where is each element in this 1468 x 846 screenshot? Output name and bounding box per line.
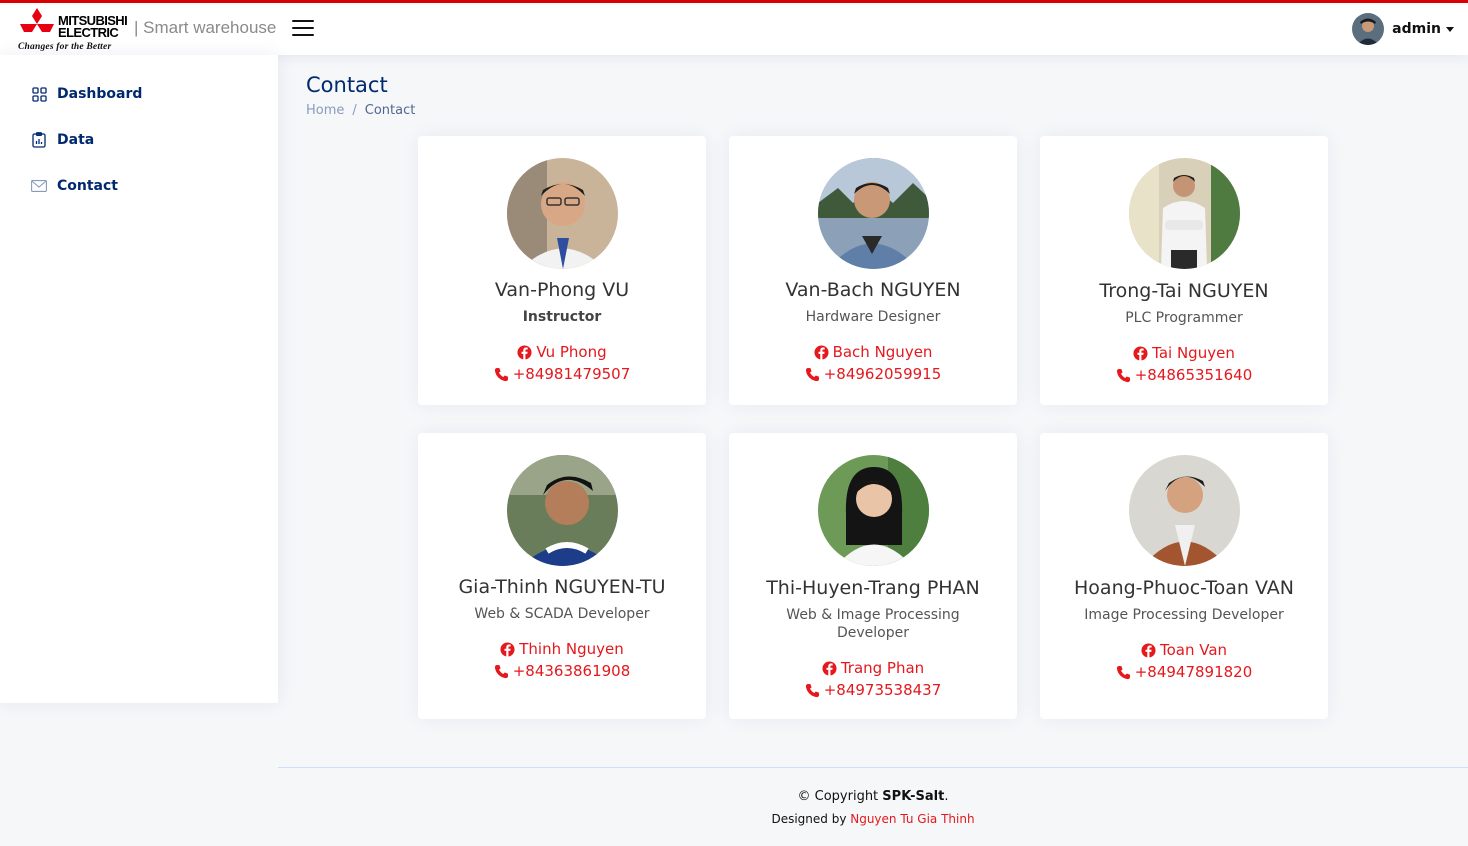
clipboard-chart-icon xyxy=(30,131,48,149)
contact-card: Van-Phong VU Instructor Vu Phong +849814… xyxy=(418,136,706,405)
brand-line2: ELECTRIC xyxy=(58,25,119,40)
breadcrumb: Home / Contact xyxy=(306,103,415,118)
mitsubishi-logo[interactable]: MITSUBISHI ELECTRIC Changes for the Bett… xyxy=(18,6,130,52)
avatar xyxy=(1129,455,1240,566)
phone-link[interactable]: +84981479507 xyxy=(418,365,706,383)
phone-number: +84962059915 xyxy=(823,365,942,383)
app-title: | Smart warehouse xyxy=(134,18,277,37)
contact-role: Hardware Designer xyxy=(805,309,941,325)
facebook-link[interactable]: Thinh Nguyen xyxy=(418,640,706,658)
facebook-icon xyxy=(500,641,515,657)
contact-role: Image Processing Developer xyxy=(1084,607,1284,623)
phone-link[interactable]: +84363861908 xyxy=(418,662,706,680)
facebook-link[interactable]: Trang Phan xyxy=(729,659,1017,677)
facebook-icon xyxy=(814,344,829,360)
sidebar-item-label: Dashboard xyxy=(57,86,143,102)
facebook-link[interactable]: Vu Phong xyxy=(418,343,706,361)
facebook-name: Trang Phan xyxy=(840,659,925,677)
facebook-name: Toan Van xyxy=(1159,641,1228,659)
facebook-icon xyxy=(517,344,532,360)
sidebar: Dashboard Data Contact xyxy=(0,55,278,703)
facebook-icon xyxy=(1141,642,1156,658)
contact-role: Web & SCADA Developer xyxy=(474,606,650,622)
sidebar-item-data[interactable]: Data xyxy=(30,128,94,152)
facebook-name: Tai Nguyen xyxy=(1152,344,1235,362)
phone-icon xyxy=(805,683,819,697)
avatar xyxy=(818,455,929,566)
contact-card: Trong-Tai NGUYEN PLC Programmer Tai Nguy… xyxy=(1040,136,1328,405)
designed-by-label: Designed by xyxy=(771,812,851,826)
contact-name: Gia-Thinh NGUYEN-TU xyxy=(458,576,666,598)
copyright-prefix: © Copyright xyxy=(797,789,883,804)
mitsubishi-diamonds-icon xyxy=(20,8,54,32)
phone-link[interactable]: +84865351640 xyxy=(1040,366,1328,384)
phone-icon xyxy=(494,664,508,678)
contact-card: Hoang-Phuoc-Toan VAN Image Processing De… xyxy=(1040,433,1328,719)
sidebar-item-dashboard[interactable]: Dashboard xyxy=(30,82,142,106)
sidebar-item-label: Contact xyxy=(57,178,118,194)
page-title: Contact xyxy=(306,73,388,97)
phone-number: +84981479507 xyxy=(512,365,631,383)
phone-link[interactable]: +84947891820 xyxy=(1040,663,1328,681)
contact-name: Trong-Tai NGUYEN xyxy=(1099,280,1269,302)
phone-link[interactable]: +84973538437 xyxy=(729,681,1017,699)
contact-role: Web & Image Processing Developer xyxy=(786,607,960,641)
facebook-link[interactable]: Toan Van xyxy=(1040,641,1328,659)
facebook-name: Bach Nguyen xyxy=(832,343,933,361)
copyright: © Copyright SPK-Salt. xyxy=(278,789,1468,804)
facebook-name: Thinh Nguyen xyxy=(519,640,624,658)
phone-icon xyxy=(494,367,508,381)
brand-tagline: Changes for the Better xyxy=(18,42,112,52)
phone-number: +84363861908 xyxy=(512,662,631,680)
contact-name: Van-Phong VU xyxy=(494,279,630,301)
envelope-icon xyxy=(30,177,48,195)
facebook-icon xyxy=(822,660,837,676)
contact-name: Thi-Huyen-Trang PHAN xyxy=(766,577,980,599)
sidebar-item-contact[interactable]: Contact xyxy=(30,174,118,198)
avatar xyxy=(1129,158,1240,269)
copyright-owner: SPK-Salt xyxy=(882,789,945,804)
phone-number: +84947891820 xyxy=(1134,663,1253,681)
grid-icon xyxy=(30,85,48,103)
credits: Designed by Nguyen Tu Gia Thinh xyxy=(278,812,1468,826)
designer-link[interactable]: Nguyen Tu Gia Thinh xyxy=(850,812,974,826)
facebook-name: Vu Phong xyxy=(536,343,607,361)
avatar xyxy=(1352,13,1385,45)
phone-icon xyxy=(805,367,819,381)
phone-icon xyxy=(1116,368,1130,382)
contact-card: Thi-Huyen-Trang PHAN Web & Image Process… xyxy=(729,433,1017,719)
breadcrumb-current: Contact xyxy=(364,103,416,118)
facebook-link[interactable]: Bach Nguyen xyxy=(729,343,1017,361)
avatar xyxy=(507,455,618,566)
sidebar-item-label: Data xyxy=(57,132,95,148)
phone-number: +84865351640 xyxy=(1134,366,1253,384)
facebook-icon xyxy=(1133,345,1148,361)
user-name: admin xyxy=(1392,21,1441,37)
avatar xyxy=(818,158,929,269)
contact-role: PLC Programmer xyxy=(1125,310,1243,326)
phone-icon xyxy=(1116,665,1130,679)
contact-role: Instructor xyxy=(522,309,602,325)
menu-toggle-icon[interactable] xyxy=(292,20,314,38)
header: MITSUBISHI ELECTRIC Changes for the Bett… xyxy=(0,3,1468,55)
contact-card: Van-Bach NGUYEN Hardware Designer Bach N… xyxy=(729,136,1017,405)
breadcrumb-separator: / xyxy=(352,103,357,118)
phone-link[interactable]: +84962059915 xyxy=(729,365,1017,383)
footer: © Copyright SPK-Salt. Designed by Nguyen… xyxy=(278,767,1468,846)
contact-card: Gia-Thinh NGUYEN-TU Web & SCADA Develope… xyxy=(418,433,706,719)
contact-name: Hoang-Phuoc-Toan VAN xyxy=(1074,577,1294,599)
facebook-link[interactable]: Tai Nguyen xyxy=(1040,344,1328,362)
contact-name: Van-Bach NGUYEN xyxy=(785,279,961,301)
breadcrumb-home[interactable]: Home xyxy=(306,103,344,118)
copyright-suffix: . xyxy=(944,789,949,804)
phone-number: +84973538437 xyxy=(823,681,942,699)
chevron-down-icon xyxy=(1446,26,1454,32)
avatar xyxy=(507,158,618,269)
user-menu[interactable]: admin xyxy=(1352,13,1454,45)
